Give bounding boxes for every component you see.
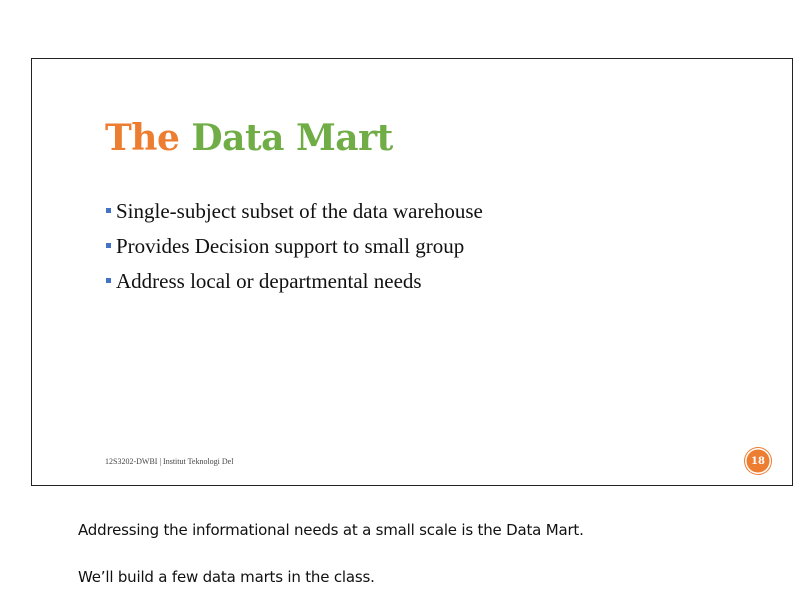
slide-title: The Data Mart: [105, 117, 393, 159]
note-line: We’ll build a few data marts in the clas…: [78, 568, 375, 586]
slide: The Data Mart Single-subject subset of t…: [31, 58, 793, 486]
bullet-text: Address local or departmental needs: [116, 268, 422, 293]
bullet-item: Single-subject subset of the data wareho…: [106, 193, 483, 228]
square-bullet-icon: [106, 208, 111, 213]
note-line: Addressing the informational needs at a …: [78, 521, 584, 539]
bullet-text: Provides Decision support to small group: [116, 233, 465, 258]
bullet-item: Address local or departmental needs: [106, 263, 483, 298]
slide-footer: 12S3202-DWBI | Institut Teknologi Del: [105, 457, 234, 466]
square-bullet-icon: [106, 243, 111, 248]
bullet-text: Single-subject subset of the data wareho…: [116, 198, 483, 223]
bullet-list: Single-subject subset of the data wareho…: [106, 193, 483, 298]
page-number-badge: 18: [745, 448, 771, 474]
square-bullet-icon: [106, 278, 111, 283]
title-part-2: Data Mart: [191, 117, 393, 159]
title-part-1: The: [105, 117, 180, 159]
bullet-item: Provides Decision support to small group: [106, 228, 483, 263]
